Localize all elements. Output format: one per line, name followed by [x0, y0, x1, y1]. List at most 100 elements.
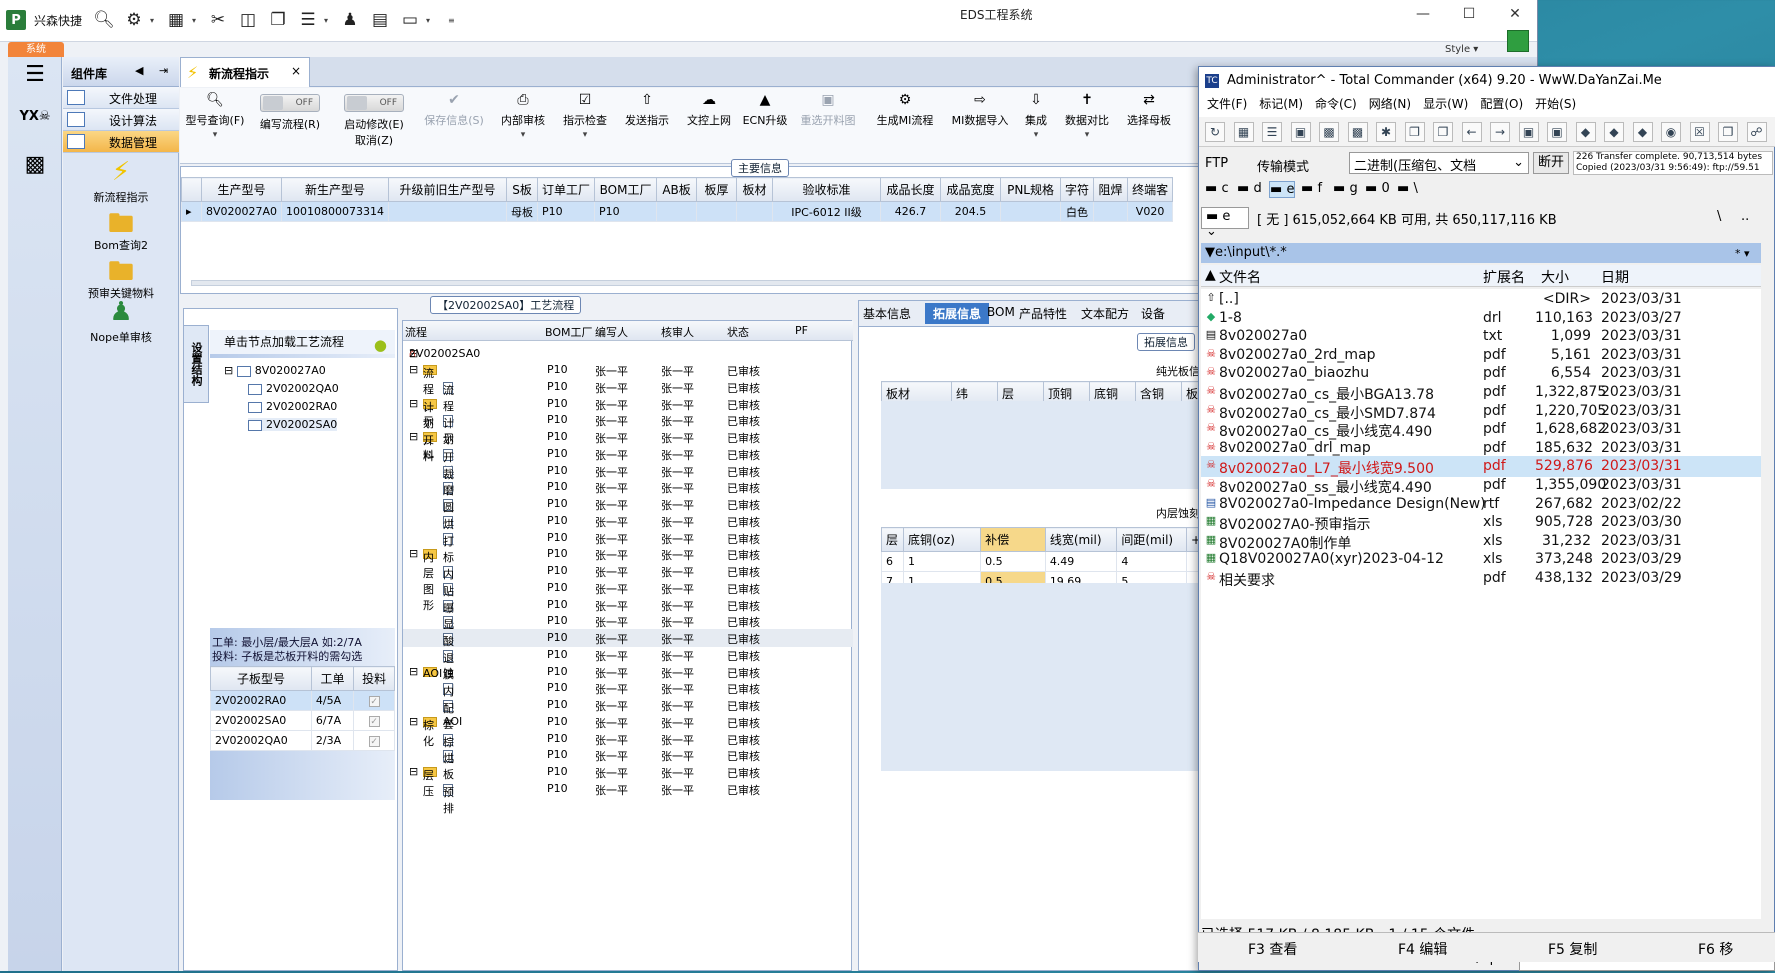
flow-row[interactable]: 计划投料P10张一平张一平已审核	[403, 411, 853, 478]
menu-item-1[interactable]: 文件(F)	[1207, 97, 1247, 111]
scissors-icon[interactable]: ✂	[204, 8, 232, 32]
col-header[interactable]: 板材	[736, 177, 774, 202]
mode-select[interactable]: 二进制(压缩包、文档 ⌄	[1349, 152, 1529, 174]
customize-icon[interactable]: ≡	[448, 16, 458, 25]
film-icon[interactable]: ◫	[234, 8, 262, 32]
tab-4[interactable]: 产品特性	[1019, 305, 1067, 322]
flow-row[interactable]: ⊟流程指示P10张一平张一平已审核	[403, 361, 853, 428]
ribbon-button-15[interactable]: ⇄ 选择母板	[1118, 88, 1180, 164]
flow-row[interactable]: ⊟ AOI P10 张一平 张一平 已审核	[403, 663, 853, 681]
flow-row[interactable]: 贴膜P10张一平张一平已审核	[403, 579, 853, 614]
flow-row[interactable]: 内层前处理P10张一平张一平已审核	[403, 562, 853, 645]
etch-cell[interactable]: 0.5	[980, 551, 1046, 572]
col-header[interactable]: BOM工厂	[545, 324, 593, 340]
ribbon-button-1[interactable]: 🔍︎ 型号查询(F) ▾	[182, 88, 248, 164]
tab-2[interactable]: 拓展信息	[925, 303, 990, 324]
table-row[interactable]: 6 1 0.5 4.49 4	[881, 551, 1207, 572]
col-header[interactable]: 订单工厂	[537, 177, 596, 202]
col-header[interactable]: S板	[506, 177, 539, 202]
drive-button-c[interactable]: ▬ c	[1205, 181, 1229, 196]
col-header[interactable]: PF	[795, 324, 808, 337]
col-header[interactable]: 终端客	[1127, 177, 1174, 202]
toolbar-icon[interactable]: ▩	[1319, 122, 1339, 142]
menu-item-2[interactable]: 标记(M)	[1259, 97, 1303, 111]
col-header[interactable]: 流程	[405, 324, 427, 340]
fkey-4[interactable]: F4 编辑	[1398, 939, 1447, 959]
menu-item-4[interactable]: 网络(N)	[1369, 97, 1411, 111]
tree-node-root[interactable]: ⊟ 8V020027A0	[224, 364, 326, 377]
menu-item-3[interactable]: 命令(C)	[1315, 97, 1357, 111]
collapse-icon[interactable]: ⊟	[409, 363, 418, 376]
flow-row[interactable]: 烘板P10张一平张一平已审核	[403, 746, 853, 781]
chevron-down-icon[interactable]: ▾	[426, 16, 436, 25]
col-header[interactable]: 板厚	[696, 177, 738, 202]
tab-3[interactable]: BOM	[987, 305, 1015, 319]
table-row[interactable]: 2V02002QA0 2/3A ✓	[210, 730, 395, 751]
col-header[interactable]: 生产型号	[200, 177, 283, 202]
flow-row[interactable]: 打标 P10 张一平 张一平 已审核	[403, 529, 853, 564]
ribbon-button-14[interactable]: ✝ 数据对比 ▾	[1056, 88, 1118, 164]
menu-item-6[interactable]: 配置(O)	[1480, 97, 1523, 111]
flow-row[interactable]: 开料P10张一平张一平已审核	[403, 445, 853, 480]
col-header[interactable]: 底铜(oz)	[902, 527, 982, 552]
fkey-6[interactable]: F6 移	[1698, 939, 1733, 959]
ribbon-button-6[interactable]: ☑ 指示检查 ▾	[554, 88, 616, 164]
feed-checkbox[interactable]: ✓	[353, 690, 395, 711]
toggle-switch[interactable]: OFF	[260, 94, 320, 112]
tab-new-flow[interactable]: ⚡︎ 新流程指示 ×	[180, 57, 310, 87]
maximize-icon[interactable]: ☐	[1446, 0, 1492, 28]
toolbar-icon[interactable]: ▦	[1233, 122, 1254, 142]
toolbar-icon[interactable]: ❐	[1404, 122, 1425, 142]
flow-row[interactable]: ⊟ 棕化 P10 张一平 张一平 已审核	[403, 713, 853, 748]
search-icon[interactable]: 🔍︎	[90, 8, 118, 32]
tree-node-selected[interactable]: 2V02002SA0	[248, 418, 338, 431]
chevron-down-icon[interactable]: ▾	[150, 16, 160, 25]
library-item-file[interactable]: 文件处理	[63, 87, 179, 109]
ribbon-button-8[interactable]: ☁ 文控上网	[678, 88, 740, 164]
drive-button-g[interactable]: ▬ g	[1333, 181, 1358, 196]
col-header[interactable]: 字符	[1060, 177, 1095, 202]
library-item-data[interactable]: 数据管理	[63, 131, 179, 153]
toolbar-icon[interactable]: ←	[1461, 122, 1482, 142]
toolbar-icon[interactable]: ◆	[1632, 122, 1653, 142]
col-header[interactable]: PNL规格	[1000, 177, 1062, 202]
tool-nope-review[interactable]: ♟ Nope单审核	[63, 297, 179, 345]
chevron-down-icon[interactable]: ▾	[1016, 130, 1056, 140]
flow-row[interactable]: ⊟ 内层图形 P10 张一平 张一平 已审核	[403, 545, 853, 612]
toolbar-icon[interactable]: ◆	[1604, 122, 1624, 142]
drive-button-f[interactable]: ▬ f	[1301, 181, 1322, 196]
monitor-icon[interactable]: ▭	[396, 8, 424, 32]
col-name[interactable]: 文件名	[1219, 267, 1261, 287]
tool-key-material[interactable]: 🖿︎ 预审关键物料	[63, 253, 179, 301]
chevron-down-icon[interactable]: ▾	[554, 130, 616, 140]
col-date[interactable]: 日期	[1601, 267, 1629, 287]
flow-row[interactable]: 酸性蚀刻P10张一平张一平已审核	[403, 629, 853, 696]
col-header[interactable]: 新生产型号	[281, 177, 390, 202]
style-icon[interactable]	[1507, 30, 1529, 52]
ribbon-button-5[interactable]: ⎙ 内部审核 ▾	[492, 88, 554, 164]
feed-checkbox[interactable]: ✓	[353, 730, 395, 751]
toolbar-icon[interactable]: ☍	[1746, 122, 1767, 142]
ribbon-button-11[interactable]: ⚙ 生成MI流程	[866, 88, 944, 164]
ribbon-button-12[interactable]: ⇨ MI数据导入	[944, 88, 1016, 164]
flow-row[interactable]: ⊟ 开料 P10 张一平 张一平 已审核	[403, 428, 853, 463]
drive-select[interactable]: ▬ e ⌄	[1201, 207, 1249, 239]
col-header[interactable]: BOM工厂	[594, 177, 658, 202]
flow-row[interactable]: 显影P10张一平张一平已审核	[403, 612, 853, 647]
col-size[interactable]: 大小	[1541, 267, 1569, 287]
library-item-algo[interactable]: 设计算法	[63, 109, 179, 131]
toolbar-icon[interactable]: ❐	[1433, 122, 1453, 142]
collapse-icon[interactable]: ⊟	[409, 547, 418, 560]
tab-5[interactable]: 文本配方	[1081, 305, 1129, 322]
close-icon[interactable]: ✕	[1492, 0, 1537, 28]
ribbon-button-7[interactable]: ⇧ 发送指示	[616, 88, 678, 164]
fkey-5[interactable]: F5 复制	[1548, 939, 1597, 959]
toolbar-icon[interactable]: ◉	[1661, 122, 1681, 142]
drive-button-\[interactable]: ▬ \	[1397, 181, 1418, 196]
flow-row[interactable]: 圆角P10张一平张一平已审核	[403, 495, 853, 530]
chevron-down-icon[interactable]: ▾	[182, 130, 248, 140]
menu-item-7[interactable]: 开始(S)	[1535, 97, 1576, 111]
chart-icon[interactable]: ▤	[366, 8, 394, 32]
toolbar-icon[interactable]: ↻	[1205, 122, 1225, 142]
chevron-down-icon[interactable]: ▾	[192, 16, 202, 25]
